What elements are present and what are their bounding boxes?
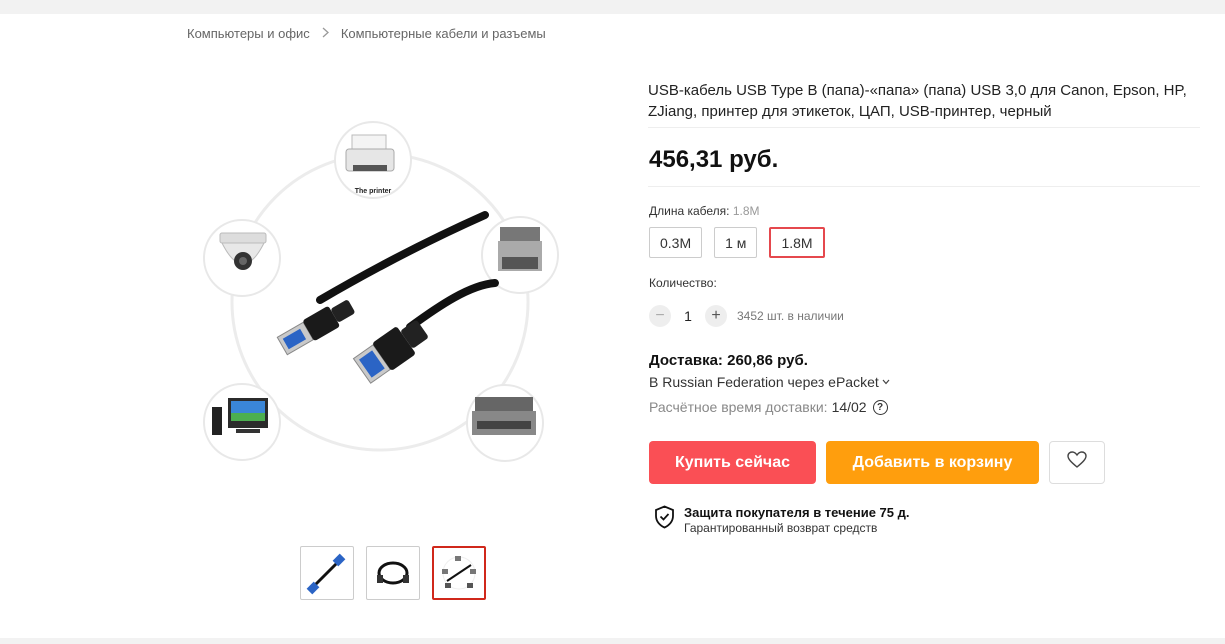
length-option-0-3m[interactable]: 0.3M	[649, 227, 703, 258]
help-icon[interactable]: ?	[872, 399, 888, 415]
product-title: USB-кабель USB Type B (папа)-«папа» (пап…	[648, 82, 1187, 120]
shipping-method-selector[interactable]: В Russian Federation через ePacket	[649, 374, 890, 390]
breadcrumb: Компьютеры и офис Компьютерные кабели и …	[187, 26, 546, 41]
divider	[648, 186, 1200, 187]
add-to-cart-button[interactable]: Добавить в корзину	[826, 441, 1039, 484]
main-product-image[interactable]: The printer	[200, 115, 560, 480]
breadcrumb-link-computers[interactable]: Компьютеры и офис	[187, 26, 310, 41]
length-label-text: Длина кабеля:	[649, 204, 730, 218]
thumbnail-3[interactable]	[432, 546, 486, 600]
shield-check-icon	[654, 505, 675, 534]
length-option-1-8m[interactable]: 1.8M	[769, 227, 825, 258]
top-bar	[0, 0, 1225, 14]
camera-circle	[203, 219, 281, 297]
length-label: Длина кабеля: 1.8M	[649, 204, 760, 218]
buyer-protection: Защита покупателя в течение 75 д. Гарант…	[654, 505, 909, 536]
delivery-estimate: Расчётное время доставки: 14/02 ?	[649, 399, 888, 415]
printer-label: The printer	[355, 188, 392, 195]
quantity-decrease-button[interactable]: −	[649, 305, 671, 327]
divider	[648, 127, 1200, 128]
breadcrumb-link-cables[interactable]: Компьютерные кабели и разъемы	[341, 26, 546, 41]
wishlist-button[interactable]	[1049, 441, 1105, 484]
shipping-price: Доставка: 260,86 руб.	[649, 352, 808, 369]
product-price: 456,31 руб.	[649, 146, 779, 173]
protection-subtitle: Гарантированный возврат средств	[684, 521, 878, 535]
quantity-stepper: − 1 + 3452 шт. в наличии	[649, 305, 844, 327]
quantity-increase-button[interactable]: +	[705, 305, 727, 327]
length-options: 0.3M 1 м 1.8M	[649, 227, 825, 258]
shipping-method-text: В Russian Federation через ePacket	[649, 374, 879, 390]
quantity-label: Количество:	[649, 276, 717, 290]
chevron-down-icon	[882, 377, 890, 388]
computer-circle	[203, 383, 281, 461]
buy-now-button[interactable]: Купить сейчас	[649, 441, 816, 484]
chevron-right-icon	[322, 26, 329, 41]
usb-cable-illustration	[276, 211, 499, 384]
protection-title: Защита покупателя в течение 75 д.	[684, 505, 910, 520]
delivery-date: 14/02	[831, 399, 867, 415]
bottom-bar	[0, 638, 1225, 644]
length-option-1m[interactable]: 1 м	[714, 227, 758, 258]
stock-count: 3452 шт. в наличии	[737, 309, 844, 323]
thumbnail-2[interactable]	[366, 546, 420, 600]
laser-printer-circle	[466, 384, 544, 462]
thumbnail-strip	[300, 546, 486, 600]
heart-icon	[1067, 451, 1087, 474]
printer-circle: The printer	[334, 121, 412, 199]
length-selected-value: 1.8M	[732, 204, 760, 218]
delivery-time-label: Расчётное время доставки:	[649, 399, 828, 415]
quantity-value[interactable]: 1	[671, 308, 705, 324]
thumbnail-1[interactable]	[300, 546, 354, 600]
